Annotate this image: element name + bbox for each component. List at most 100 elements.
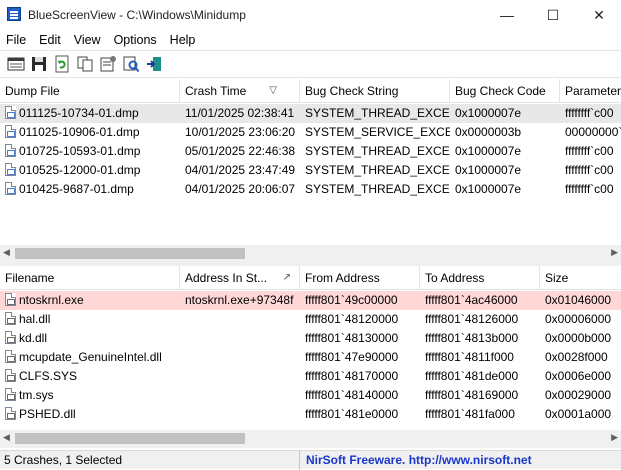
crash-row[interactable]: 011125-10734-01.dmp 11/01/2025 02:38:41 SY…	[0, 104, 621, 123]
col-bug-check-code[interactable]: Bug Check Code	[450, 79, 560, 103]
table-cell	[180, 405, 300, 424]
find-icon[interactable]	[122, 55, 140, 73]
table-cell: ntoskrnl.exe+97348f	[180, 291, 300, 310]
table-cell: 10/01/2025 23:06:20	[180, 123, 300, 142]
cell-text: CLFS.SYS	[19, 369, 78, 383]
scroll-left-icon[interactable]: ◀	[3, 247, 10, 258]
scroll-right-icon[interactable]: ▶	[611, 432, 618, 443]
table-cell: 0x0006e000	[540, 367, 621, 386]
module-row[interactable]: CLFS.SYS fffff801`48170000 fffff801`481de0…	[0, 367, 621, 386]
menu-options[interactable]: Options	[108, 33, 164, 47]
table-cell: kd.dll	[0, 329, 180, 348]
table-cell: fffff801`481fa000	[420, 405, 540, 424]
table-cell: fffff801`48140000	[300, 386, 420, 405]
cell-text: 011025-10906-01.dmp	[19, 125, 140, 139]
cell-text: 0x01046000	[545, 293, 612, 307]
cell-text: fffff801`48169000	[425, 388, 519, 402]
col-address-in-stack-label: Address In St...	[185, 271, 268, 285]
table-cell: 05/01/2025 22:46:38	[180, 142, 300, 161]
cell-text: fffff801`4ac46000	[425, 293, 518, 307]
close-button[interactable]: ✕	[576, 0, 621, 30]
col-parameter[interactable]: Parameter	[560, 79, 621, 103]
table-cell: SYSTEM_THREAD_EXCE...	[300, 161, 450, 180]
table-cell: fffff801`49c00000	[300, 291, 420, 310]
cell-text: SYSTEM_THREAD_EXCE...	[305, 106, 450, 120]
maximize-button[interactable]: ☐	[530, 0, 576, 30]
table-cell: 0x1000007e	[450, 161, 560, 180]
module-row[interactable]: hal.dll fffff801`48120000 fffff801`4812600…	[0, 310, 621, 329]
modules-list-header: Filename Address In St... ↗ From Address…	[0, 266, 621, 290]
col-address-in-stack[interactable]: Address In St... ↗	[180, 266, 300, 290]
scroll-thumb[interactable]	[15, 248, 245, 259]
cell-text: 0x00006000	[545, 312, 612, 326]
menu-file[interactable]: File	[0, 33, 33, 47]
table-cell: 0x1000007e	[450, 180, 560, 199]
cell-text: ffffffff`c00	[565, 163, 614, 177]
cell-text: fffff801`48140000	[305, 388, 399, 402]
crash-row[interactable]: 010725-10593-01.dmp 05/01/2025 22:46:38 SY…	[0, 142, 621, 161]
table-cell: 00000000`c0	[560, 123, 621, 142]
crash-row[interactable]: 010425-9687-01.dmp 04/01/2025 20:06:07 SYS…	[0, 180, 621, 199]
cell-text: SYSTEM_THREAD_EXCE...	[305, 182, 450, 196]
table-cell	[180, 386, 300, 405]
scroll-right-icon[interactable]: ▶	[611, 247, 618, 258]
module-row[interactable]: mcupdate_GenuineIntel.dll fffff801`47e900…	[0, 348, 621, 367]
cell-text: SYSTEM_SERVICE_EXCEP...	[305, 125, 450, 139]
status-bar: 5 Crashes, 1 Selected NirSoft Freeware. …	[0, 450, 621, 470]
col-to-address[interactable]: To Address	[420, 266, 540, 290]
crash-row[interactable]: 011025-10906-01.dmp 10/01/2025 23:06:20 SY…	[0, 123, 621, 142]
refresh-icon[interactable]	[53, 55, 71, 73]
col-bug-check-string[interactable]: Bug Check String	[300, 79, 450, 103]
col-size[interactable]: Size	[540, 266, 621, 290]
table-cell: SYSTEM_THREAD_EXCE...	[300, 180, 450, 199]
scroll-left-icon[interactable]: ◀	[3, 432, 10, 443]
table-cell: 0x0001a000	[540, 405, 621, 424]
nirsoft-link[interactable]: NirSoft Freeware. http://www.nirsoft.net	[300, 451, 532, 470]
table-cell	[180, 348, 300, 367]
copy-icon[interactable]	[76, 55, 94, 73]
minimize-button[interactable]: —	[484, 0, 530, 30]
cell-text: ffffffff`c00	[565, 144, 614, 158]
module-row[interactable]: tm.sys fffff801`48140000 fffff801`48169000…	[0, 386, 621, 405]
exit-icon[interactable]	[145, 55, 163, 73]
app-icon	[7, 7, 21, 21]
module-file-icon	[5, 369, 16, 382]
table-cell: SYSTEM_THREAD_EXCE...	[300, 104, 450, 123]
module-row[interactable]: kd.dll fffff801`48130000 fffff801`4813b000…	[0, 329, 621, 348]
save-html-report-icon[interactable]	[7, 55, 25, 73]
col-from-address[interactable]: From Address	[300, 266, 420, 290]
table-cell: mcupdate_GenuineIntel.dll	[0, 348, 180, 367]
modules-list-hscrollbar[interactable]: ◀ ▶	[0, 430, 621, 448]
table-cell: 011125-10734-01.dmp	[0, 104, 180, 123]
menu-help[interactable]: Help	[164, 33, 203, 47]
menu-edit[interactable]: Edit	[33, 33, 68, 47]
properties-icon[interactable]	[99, 55, 117, 73]
cell-text: 0x0001a000	[545, 407, 612, 421]
cell-text: fffff801`481e0000	[305, 407, 399, 421]
col-crash-time[interactable]: Crash Time ▽	[180, 79, 300, 103]
menu-view[interactable]: View	[68, 33, 108, 47]
save-selected-icon[interactable]	[30, 55, 48, 73]
col-filename[interactable]: Filename	[0, 266, 180, 290]
cell-text: 0x1000007e	[455, 182, 522, 196]
cell-text: PSHED.dll	[19, 407, 76, 421]
cell-text: tm.sys	[19, 388, 54, 402]
table-cell: ffffffff`c00	[560, 104, 621, 123]
table-cell: fffff801`48169000	[420, 386, 540, 405]
cell-text: 0x1000007e	[455, 144, 522, 158]
cell-text: 0x0000003b	[455, 125, 522, 139]
col-dump-file[interactable]: Dump File	[0, 79, 180, 103]
module-row[interactable]: ntoskrnl.exe ntoskrnl.exe+97348f fffff801`…	[0, 291, 621, 310]
table-cell: SYSTEM_THREAD_EXCE...	[300, 142, 450, 161]
table-cell: SYSTEM_SERVICE_EXCEP...	[300, 123, 450, 142]
scroll-thumb[interactable]	[15, 433, 245, 444]
table-cell: 04/01/2025 20:06:07	[180, 180, 300, 199]
crash-list-hscrollbar[interactable]: ◀ ▶	[0, 245, 621, 262]
table-cell: fffff801`48130000	[300, 329, 420, 348]
table-cell: ffffffff`c00	[560, 180, 621, 199]
table-cell: 0x0028f000	[540, 348, 621, 367]
module-row[interactable]: PSHED.dll fffff801`481e0000 fffff801`481fa…	[0, 405, 621, 424]
cell-text: 010425-9687-01.dmp	[19, 182, 134, 196]
cell-text: 0x0000b000	[545, 331, 612, 345]
crash-row[interactable]: 010525-12000-01.dmp 04/01/2025 23:47:49 SY…	[0, 161, 621, 180]
